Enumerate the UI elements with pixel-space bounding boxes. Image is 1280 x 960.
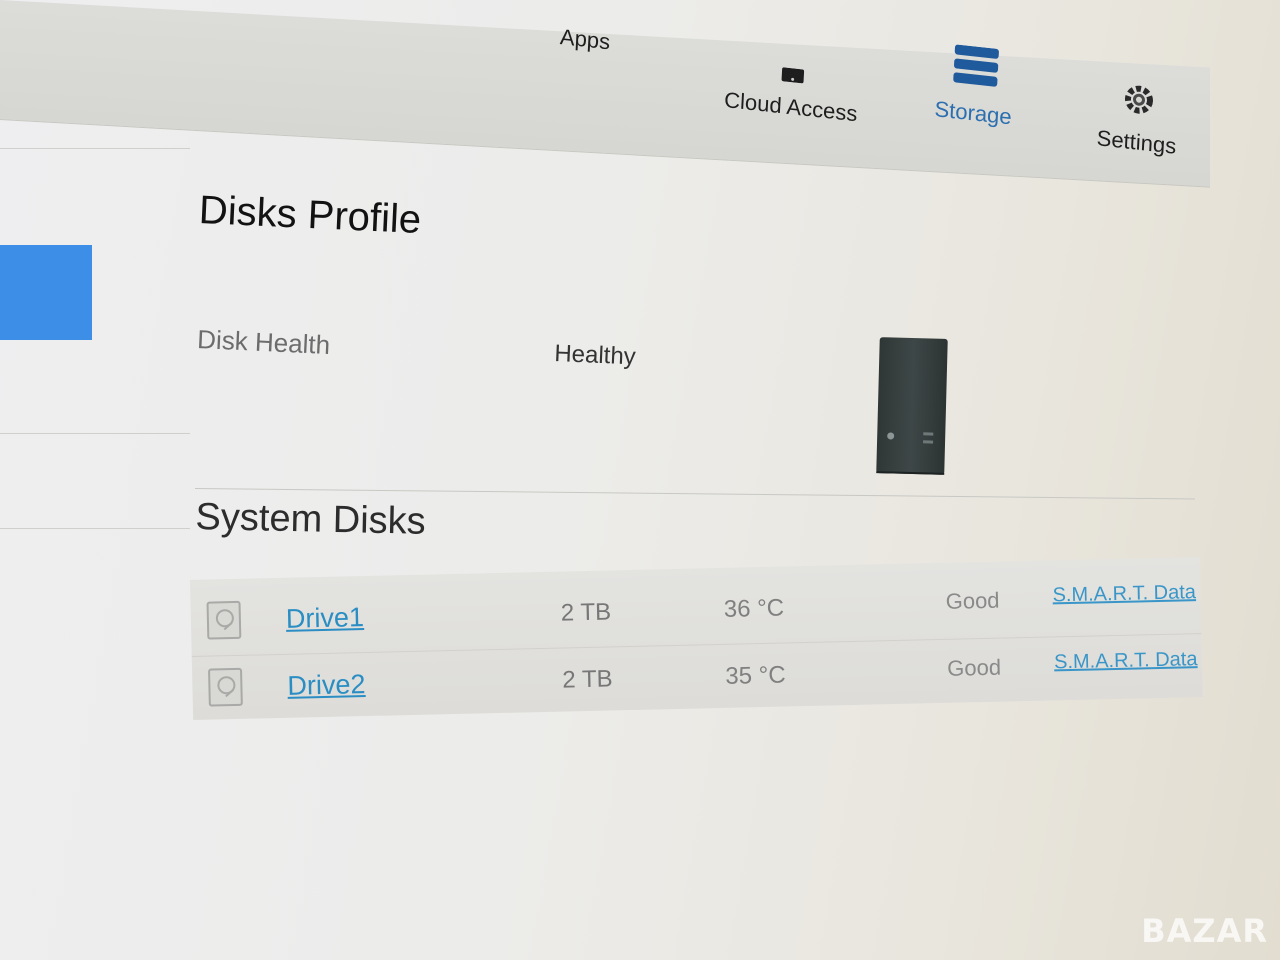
section-divider bbox=[194, 488, 1195, 500]
device-led bbox=[887, 432, 895, 440]
drive-temperature: 36 °C bbox=[723, 594, 785, 623]
smart-data-link[interactable]: S.M.A.R.T. Data bbox=[1052, 581, 1196, 607]
smart-data-link[interactable]: S.M.A.R.T. Data bbox=[1054, 648, 1198, 674]
drive-status: Good bbox=[945, 587, 1000, 614]
hard-disk-icon bbox=[206, 600, 242, 640]
drive-status: Good bbox=[946, 654, 1002, 681]
drive-temperature: 35 °C bbox=[725, 661, 786, 690]
drive-size: 2 TB bbox=[560, 598, 612, 627]
screen: Apps Cloud Access Storage Settings Disks… bbox=[0, 0, 1280, 960]
disk-health-value: Healthy bbox=[553, 340, 637, 371]
disk-health-label: Disk Health bbox=[196, 324, 331, 360]
drive-link[interactable]: Drive2 bbox=[287, 669, 366, 702]
page-title: Disks Profile bbox=[198, 188, 423, 243]
device-slot bbox=[923, 440, 934, 444]
watermark: BAZAR bbox=[1141, 912, 1268, 950]
drive-link[interactable]: Drive1 bbox=[286, 602, 365, 635]
drive-size: 2 TB bbox=[562, 665, 613, 694]
section-title-system-disks: System Disks bbox=[195, 496, 427, 543]
device-base bbox=[876, 471, 945, 475]
main-content: Disks Profile Disk Health Healthy System… bbox=[0, 0, 1280, 960]
device-slot bbox=[923, 432, 934, 436]
disk-table: Drive1 2 TB 36 °C Good S.M.A.R.T. Data D… bbox=[190, 557, 1203, 722]
hard-disk-icon bbox=[208, 667, 243, 707]
nas-device-image bbox=[876, 337, 948, 475]
